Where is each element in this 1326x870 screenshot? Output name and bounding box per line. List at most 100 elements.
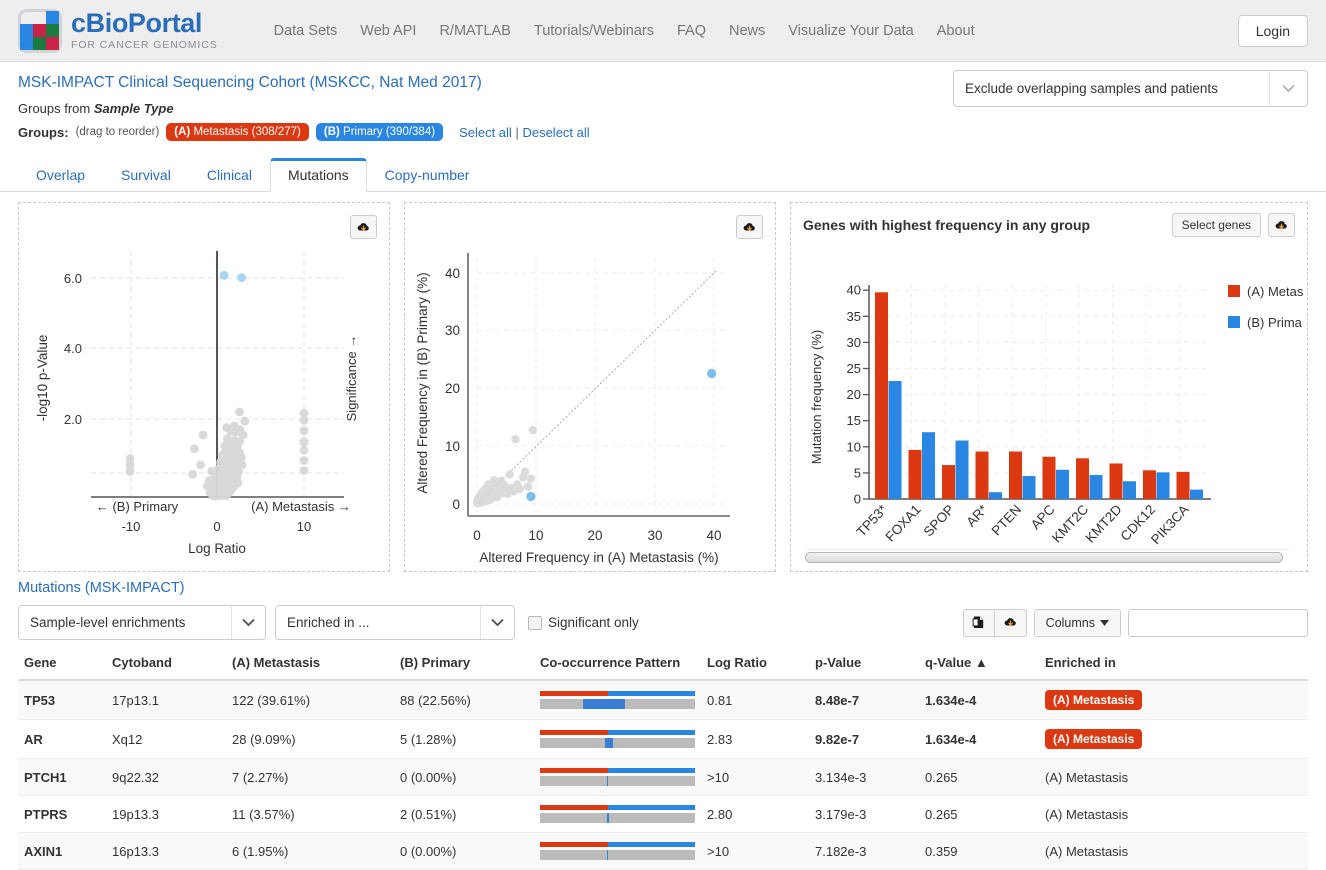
group-a-rest: Metastasis (308/277) — [190, 126, 301, 138]
svg-text:5: 5 — [854, 465, 861, 480]
svg-text:FOXA1: FOXA1 — [883, 502, 924, 545]
cell-enriched-in: (A) Metastasis — [1039, 758, 1308, 796]
bar-chart-legend: (A) Metas (B) Prima — [1228, 284, 1303, 330]
group-pill-metastasis[interactable]: (A) Metastasis (308/277) — [166, 123, 309, 141]
cell-q-value: 0.265 — [919, 758, 1039, 796]
frequency-scatter-svg: 40 30 20 10 0 0 10 20 30 40 Altered Freq… — [415, 253, 730, 565]
download-table-button[interactable] — [994, 608, 1027, 637]
cell-primary: 5 (1.28%) — [394, 719, 534, 759]
overlap-mode-select[interactable]: Exclude overlapping samples and patients — [953, 70, 1308, 107]
charts-row: 6.0 4.0 2.0 -log10 p-Value Significance … — [0, 192, 1326, 572]
table-row[interactable]: AR Xq12 28 (9.09%) 5 (1.28%) 2.83 9.82e-7 1.63… — [18, 719, 1308, 759]
tab-copy-number[interactable]: Copy-number — [367, 158, 488, 192]
svg-text:-log10 p-Value: -log10 p-Value — [35, 335, 50, 422]
tab-clinical[interactable]: Clinical — [189, 158, 270, 192]
enrichment-table-title[interactable]: Mutations (MSK-IMPACT) — [18, 580, 1308, 596]
svg-text:0: 0 — [854, 492, 861, 507]
nav-link-tutorials-webinars[interactable]: Tutorials/Webinars — [534, 23, 654, 39]
svg-text:KMT2D: KMT2D — [1083, 502, 1125, 546]
column-header-cooccurrence[interactable]: Co-occurrence Pattern — [534, 650, 701, 681]
enriched-in-filter-select[interactable]: Enriched in ... — [275, 605, 515, 640]
cell-gene: AR — [18, 719, 106, 759]
groups-row: Groups: (drag to reorder) (A) Metastasis… — [18, 123, 1308, 141]
column-header-p-value[interactable]: p-Value — [809, 650, 919, 681]
column-header-cytoband[interactable]: Cytoband — [106, 650, 226, 681]
cell-gene: PTPRS — [18, 795, 106, 833]
enrichment-level-value: Sample-level enrichments — [30, 615, 186, 630]
svg-text:Log Ratio: Log Ratio — [188, 541, 246, 556]
cell-log-ratio: >10 — [701, 832, 809, 870]
tab-mutations[interactable]: Mutations — [269, 158, 367, 192]
column-header-metastasis[interactable]: (A) Metastasis — [226, 650, 394, 681]
cell-cooccurrence-pattern — [534, 758, 701, 796]
nav-link-about[interactable]: About — [937, 23, 975, 39]
columns-button[interactable]: Columns — [1033, 608, 1121, 637]
cell-cytoband: 9q22.32 — [106, 758, 226, 796]
table-row[interactable]: TP53 17p13.1 122 (39.61%) 88 (22.56%) 0.81 8.… — [18, 680, 1308, 720]
tab-survival[interactable]: Survival — [103, 158, 189, 192]
cooccurrence-bar-top — [540, 691, 695, 696]
enriched-in-text: (A) Metastasis — [1045, 806, 1129, 822]
gene-frequency-header: Genes with highest frequency in any grou… — [791, 203, 1307, 237]
svg-text:Altered Frequency in (B) Prima: Altered Frequency in (B) Primary (%) — [415, 272, 430, 493]
enriched-in-text: (A) Metastasis — [1045, 843, 1129, 859]
enrichment-level-select[interactable]: Sample-level enrichments — [18, 605, 266, 640]
cbioportal-logo[interactable]: cBioPortal FOR CANCER GENOMICS — [18, 8, 218, 53]
nav-link-web-api[interactable]: Web API — [360, 23, 416, 39]
svg-text:(B) Prima: (B) Prima — [1247, 315, 1303, 330]
cell-q-value: 0.265 — [919, 795, 1039, 833]
column-header-log-ratio[interactable]: Log Ratio — [701, 650, 809, 681]
logo-title: cBioPortal — [71, 8, 203, 39]
volcano-plot-panel: 6.0 4.0 2.0 -log10 p-Value Significance … — [18, 202, 390, 572]
svg-text:25: 25 — [847, 361, 861, 376]
cell-enriched-in: (A) Metastasis — [1039, 719, 1308, 759]
column-header-primary[interactable]: (B) Primary — [394, 650, 534, 681]
column-header-gene[interactable]: Gene — [18, 650, 106, 681]
nav-link-visualize-your-data[interactable]: Visualize Your Data — [788, 23, 914, 39]
nav-link-news[interactable]: News — [729, 23, 765, 39]
download-scatter-button[interactable] — [736, 215, 763, 239]
table-search-box[interactable] — [1128, 608, 1316, 637]
select-all-link[interactable]: Select all — [459, 125, 512, 140]
table-row[interactable]: PTPRS 19p13.3 11 (3.57%) 2 (0.51%) 2.80 3.179… — [18, 795, 1308, 833]
svg-text:40: 40 — [847, 283, 861, 298]
significant-only-checkbox-wrap[interactable]: Significant only — [528, 615, 639, 630]
tab-overlap[interactable]: Overlap — [18, 158, 103, 192]
table-search-input[interactable] — [1136, 614, 1316, 631]
login-button[interactable]: Login — [1237, 14, 1308, 47]
download-volcano-button[interactable] — [350, 215, 377, 239]
table-row[interactable]: AXIN1 16p13.3 6 (1.95%) 0 (0.00%) >10 7.182e-… — [18, 832, 1308, 870]
cell-p-value: 8.48e-7 — [809, 680, 919, 720]
table-body: TP53 17p13.1 122 (39.61%) 88 (22.56%) 0.81 8.… — [18, 680, 1308, 870]
nav-link-data-sets[interactable]: Data Sets — [274, 23, 338, 39]
significant-only-checkbox[interactable] — [528, 615, 542, 630]
cell-cytoband: 17p13.1 — [106, 680, 226, 720]
enrichment-table: Gene Cytoband (A) Metastasis (B) Primary… — [18, 650, 1308, 870]
group-pill-primary[interactable]: (B) Primary (390/384) — [315, 123, 444, 141]
bar-chart-scrollbar[interactable] — [805, 549, 1293, 563]
cell-q-value: 1.634e-4 — [919, 719, 1039, 759]
nav-link-r-matlab[interactable]: R/MATLAB — [439, 23, 510, 39]
column-header-enriched-in[interactable]: Enriched in — [1039, 650, 1308, 681]
cell-cooccurrence-pattern — [534, 680, 701, 720]
copy-button[interactable] — [962, 608, 995, 637]
scrollbar-thumb[interactable] — [805, 552, 1284, 563]
enrichment-table-section: Mutations (MSK-IMPACT) Sample-level enri… — [0, 572, 1326, 870]
deselect-all-link[interactable]: Deselect all — [522, 125, 589, 140]
cooccurrence-bar-top — [540, 842, 695, 847]
select-genes-button[interactable]: Select genes — [1171, 213, 1261, 237]
logo-subtitle: FOR CANCER GENOMICS — [71, 39, 218, 52]
svg-text:15: 15 — [847, 413, 861, 428]
cell-q-value: 0.359 — [919, 832, 1039, 870]
download-bar-chart-button[interactable] — [1268, 213, 1295, 237]
gene-frequency-bar-svg: 0510152025303540 Mutation frequency (%) … — [809, 283, 1303, 547]
column-header-q-value[interactable]: q-Value ▲ — [919, 650, 1039, 681]
cell-primary: 2 (0.51%) — [394, 795, 534, 833]
cell-log-ratio: 0.81 — [701, 680, 809, 720]
table-row[interactable]: PTCH1 9q22.32 7 (2.27%) 0 (0.00%) >10 3.134e-… — [18, 758, 1308, 796]
cell-p-value: 9.82e-7 — [809, 719, 919, 759]
svg-text:30: 30 — [647, 528, 662, 543]
nav-link-faq[interactable]: FAQ — [677, 23, 706, 39]
svg-text:(A) Metastasis →: (A) Metastasis → — [251, 499, 351, 514]
groups-from-attribute: Sample Type — [93, 101, 174, 116]
